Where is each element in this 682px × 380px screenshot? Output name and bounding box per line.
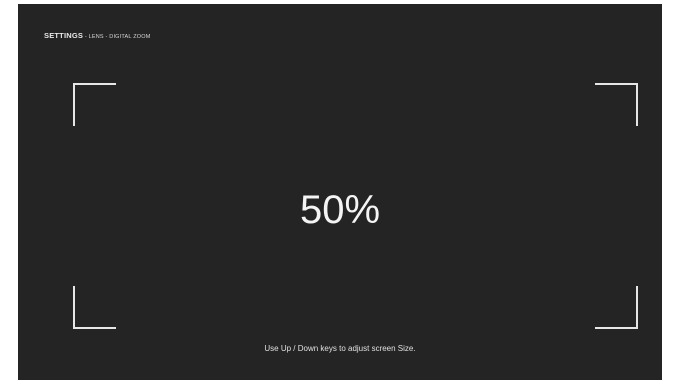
frame-corner-top-left: [73, 83, 116, 126]
breadcrumb-lens: LENS: [88, 34, 104, 40]
instruction-text: Use Up / Down keys to adjust screen Size…: [264, 344, 416, 353]
frame-corner-top-right: [595, 83, 638, 126]
zoom-value[interactable]: 50%: [18, 186, 662, 234]
digital-zoom-screen: SETTINGS - LENS - DIGITAL ZOOM 50% Use U…: [18, 4, 662, 380]
breadcrumb: SETTINGS - LENS - DIGITAL ZOOM: [44, 31, 151, 40]
frame-corner-bottom-right: [595, 286, 638, 329]
breadcrumb-settings: SETTINGS: [44, 31, 84, 40]
frame-corner-bottom-left: [73, 286, 116, 329]
breadcrumb-digital-zoom: DIGITAL ZOOM: [109, 34, 151, 40]
